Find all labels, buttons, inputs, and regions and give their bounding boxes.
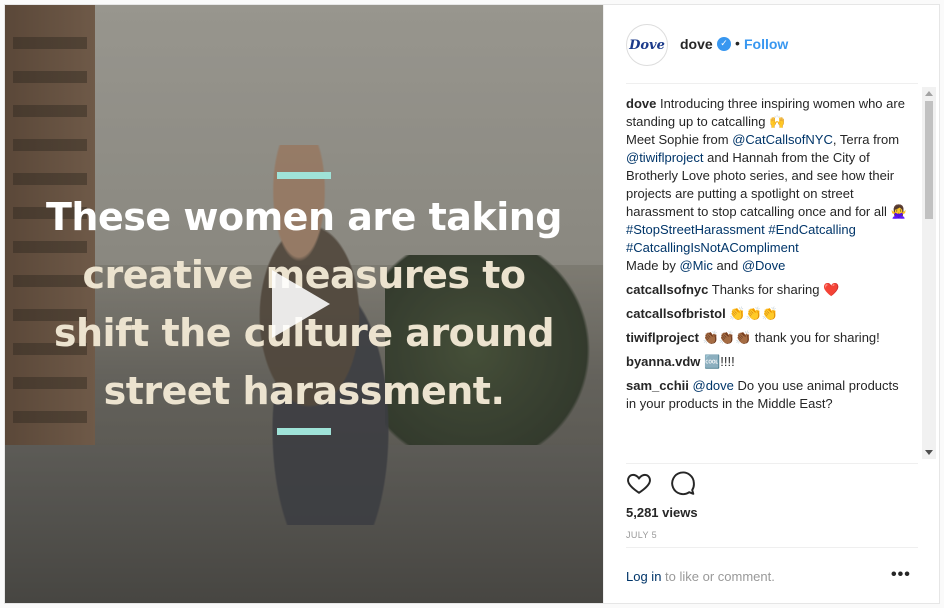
comment-text: 👏👏👏 <box>729 306 778 321</box>
follow-button[interactable]: Follow <box>744 36 788 52</box>
more-options-icon[interactable]: ••• <box>891 566 911 584</box>
comment-user[interactable]: sam_cchii <box>626 378 689 393</box>
caption-text: Meet Sophie from <box>626 132 733 147</box>
accent-line-top <box>277 172 331 179</box>
comment-user[interactable]: catcallsofbristol <box>626 306 726 321</box>
avatar-logo-text: Dove <box>629 37 665 53</box>
avatar[interactable]: Dove <box>626 24 668 66</box>
comment-item: byanna.vdw 🆒!!!! <box>626 353 912 371</box>
headline-line-4: street harassment. <box>103 369 505 413</box>
caption: dove Introducing three inspiring women w… <box>626 95 912 275</box>
scroll-down-icon[interactable] <box>925 450 933 455</box>
post-header: Dove dove ✓ • Follow <box>604 5 940 83</box>
view-count[interactable]: 5,281 views <box>626 505 698 520</box>
mention-link[interactable]: @Dove <box>742 258 786 273</box>
caption-text: Made by <box>626 258 680 273</box>
verified-badge-icon: ✓ <box>717 37 731 51</box>
comment-item: catcallsofnyc Thanks for sharing ❤️ <box>626 281 912 299</box>
post-media[interactable]: These women are taking creative measures… <box>5 5 603 603</box>
caption-text: , Terra from <box>832 132 900 147</box>
caption-user[interactable]: dove <box>626 96 656 111</box>
scrollbar-thumb[interactable] <box>925 101 933 219</box>
comment-user[interactable]: catcallsofnyc <box>626 282 708 297</box>
separator-dot: • <box>735 35 740 51</box>
comment-item: tiwiflproject 👏🏾👏🏾👏🏾 thank you for shari… <box>626 329 912 347</box>
post-date[interactable]: JULY 5 <box>626 530 657 540</box>
play-icon[interactable] <box>272 270 330 338</box>
login-link[interactable]: Log in <box>626 569 661 584</box>
mention-link[interactable]: @Mic <box>679 258 712 273</box>
headline-line-1: These women are taking <box>46 195 562 239</box>
hashtag-link[interactable]: #CatcallingIsNotACompliment <box>626 240 799 255</box>
comment-text: 👏🏾👏🏾👏🏾 thank you for sharing! <box>702 330 880 345</box>
comment-user[interactable]: tiwiflproject <box>626 330 699 345</box>
heart-icon[interactable] <box>626 470 652 496</box>
hashtag-link[interactable]: #StopStreetHarassment <box>626 222 765 237</box>
comment-item: sam_cchii @dove Do you use animal produc… <box>626 377 912 413</box>
divider <box>626 547 918 548</box>
login-prompt: Log in to like or comment. <box>626 569 775 584</box>
caption-text: Introducing three inspiring women who ar… <box>626 96 905 129</box>
hashtag-link[interactable]: #EndCatcalling <box>768 222 855 237</box>
mention-link[interactable]: @CatCallsofNYC <box>732 132 833 147</box>
mention-link[interactable]: @dove <box>693 378 734 393</box>
divider <box>626 83 918 84</box>
divider <box>626 463 918 464</box>
accent-line-bottom <box>277 428 331 435</box>
comment-bubble-icon[interactable] <box>670 470 696 496</box>
comment-text: Thanks for sharing ❤️ <box>711 282 840 297</box>
comment-item: catcallsofbristol 👏👏👏 <box>626 305 912 323</box>
caption-text: and <box>712 258 742 273</box>
comments-list[interactable]: dove Introducing three inspiring women w… <box>626 95 912 461</box>
mention-link[interactable]: @tiwiflproject <box>626 150 704 165</box>
post-panel: Dove dove ✓ • Follow dove Introducing th… <box>603 5 939 603</box>
comment-text: 🆒!!!! <box>704 354 735 369</box>
comment-user[interactable]: byanna.vdw <box>626 354 700 369</box>
post-card: These women are taking creative measures… <box>4 4 940 604</box>
login-prompt-text: to like or comment. <box>661 569 775 584</box>
username-link[interactable]: dove <box>680 36 713 52</box>
scroll-up-icon[interactable] <box>925 91 933 96</box>
comments-scrollbar[interactable] <box>922 87 936 459</box>
